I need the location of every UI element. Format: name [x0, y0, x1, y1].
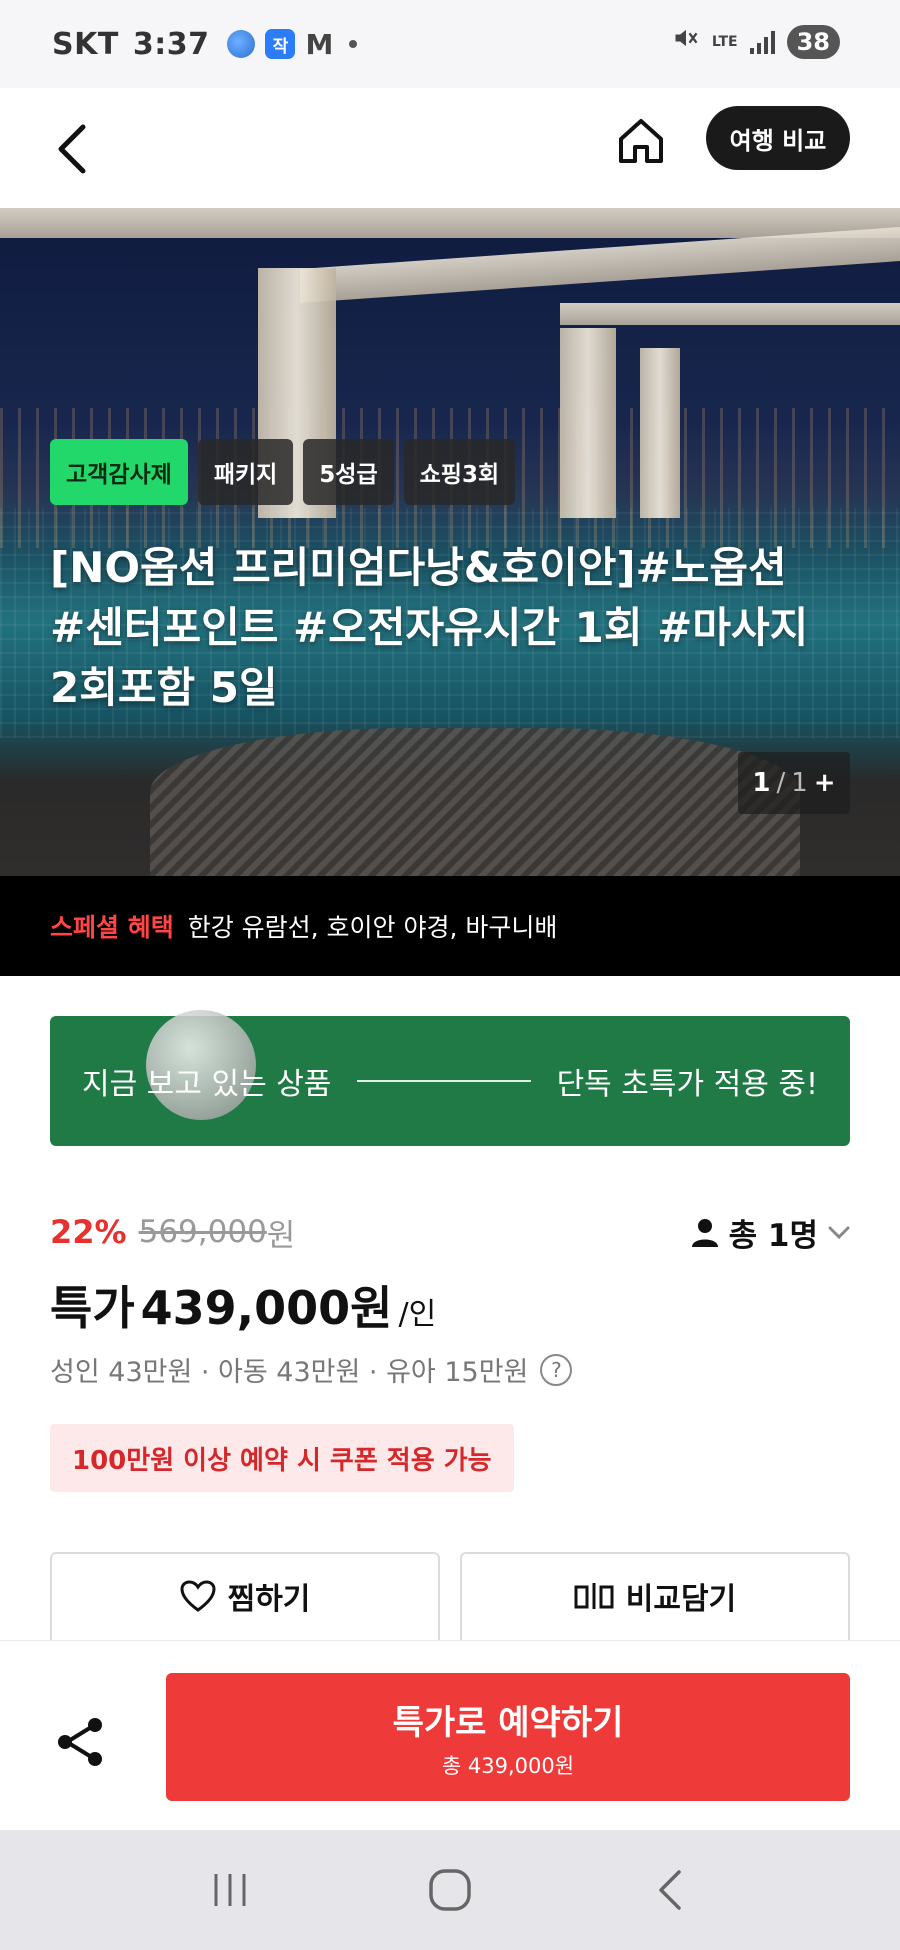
price-breakdown-text: 성인 43만원 · 아동 43만원 · 유아 15만원: [50, 1357, 529, 1388]
recent-apps-button[interactable]: [190, 1850, 270, 1930]
chevron-left-icon: [58, 124, 86, 174]
counter-total: 1: [791, 768, 808, 798]
mute-icon: [672, 24, 700, 59]
wishlist-label: 찜하기: [227, 1582, 311, 1617]
home-button[interactable]: [612, 108, 670, 172]
travel-compare-button[interactable]: 여행 비교: [706, 106, 850, 170]
share-icon: [58, 1718, 102, 1766]
bottom-action-bar: 특가로 예약하기 총 439,000원: [0, 1640, 900, 1830]
price-breakdown: 성인 43만원 · 아동 43만원 · 유아 15만원 ?: [50, 1350, 573, 1389]
status-time: 3:37: [132, 26, 210, 62]
back-arrow-icon: [659, 1870, 681, 1910]
special-price-prefix: 특가: [50, 1281, 135, 1335]
home-nav-button[interactable]: [410, 1850, 490, 1930]
tag-list: 고객감사제 패키지 5성급 쇼핑3회: [50, 439, 516, 505]
signal-icon: [749, 30, 775, 54]
globe-icon: [227, 30, 256, 58]
gmail-icon: M: [305, 27, 334, 61]
reserve-total: 총 439,000원: [441, 1753, 575, 1778]
wishlist-button[interactable]: 찜하기: [50, 1552, 440, 1646]
special-benefits-text: 한강 유람선, 호이안 야경, 바구니배: [187, 913, 558, 942]
back-button[interactable]: [42, 114, 102, 184]
pergola-pillar: [640, 348, 680, 518]
hero-image[interactable]: 고객감사제 패키지 5성급 쇼핑3회 [NO옵션 프리미엄다낭&호이안]#노옵션…: [0, 208, 900, 876]
image-counter[interactable]: 1 / 1 +: [738, 752, 850, 814]
pergola-beam: [0, 208, 900, 238]
status-carrier: SKT: [52, 26, 119, 62]
lte-icon: LTE: [711, 33, 738, 50]
counter-current: 1: [752, 768, 771, 798]
home-icon: [619, 119, 663, 163]
action-buttons: 찜하기 비교담기: [50, 1552, 850, 1646]
product-title: [NO옵션 프리미엄다낭&호이안]#노옵션 #센터포인트 #오전자유시간 1회 …: [50, 543, 809, 712]
chevron-down-icon: [828, 1226, 850, 1239]
special-price: 특가 439,000원 /인: [50, 1272, 436, 1338]
promo-banner[interactable]: 지금 보고 있는 상품 단독 초특가 적용 중!: [50, 1010, 850, 1146]
tag-package: 패키지: [197, 439, 294, 505]
status-bar: SKT 3:37 작 M LTE 38: [0, 0, 900, 88]
top-header: 여행 비교: [0, 88, 900, 208]
back-nav-button[interactable]: [630, 1850, 710, 1930]
original-price-unit: 원: [266, 1217, 296, 1254]
pergola-beam: [560, 303, 900, 325]
reserve-button[interactable]: 특가로 예약하기 총 439,000원: [166, 1673, 850, 1801]
recent-apps-icon: [214, 1874, 246, 1906]
promo-divider: [357, 1080, 531, 1082]
battery-icon: 38: [786, 24, 840, 59]
traveler-count: 총 1명: [728, 1218, 818, 1254]
system-nav-bar: [0, 1830, 900, 1950]
plus-icon: +: [813, 768, 836, 798]
reserve-label: 특가로 예약하기: [392, 1702, 624, 1743]
promo-right-text: 단독 초특가 적용 중!: [556, 1067, 818, 1102]
coupon-badge: 100만원 이상 예약 시 쿠폰 적용 가능: [50, 1424, 514, 1492]
help-icon[interactable]: ?: [540, 1353, 573, 1386]
discount-rate: 22%: [50, 1213, 127, 1251]
notification-dot: [349, 40, 358, 48]
share-button[interactable]: [50, 1711, 112, 1773]
app-icon: 작: [265, 29, 296, 59]
special-benefits-label: 스페셜 혜택: [50, 913, 174, 942]
traveler-selector[interactable]: 총 1명: [691, 1210, 850, 1255]
special-price-value: 439,000원: [140, 1281, 393, 1335]
person-icon: [691, 1218, 718, 1247]
heart-icon: [180, 1580, 216, 1612]
add-compare-label: 비교담기: [625, 1582, 737, 1617]
stone-sculpture: [150, 728, 800, 876]
special-benefits-bar: 스페셜 혜택 한강 유람선, 호이안 야경, 바구니배: [0, 876, 900, 976]
promo-left-text: 지금 보고 있는 상품: [82, 1067, 332, 1102]
tag-five-star: 5성급: [303, 439, 394, 505]
original-price: 569,000: [138, 1214, 267, 1250]
add-compare-button[interactable]: 비교담기: [460, 1552, 850, 1646]
tag-customer-appreciation: 고객감사제: [50, 439, 188, 505]
pergola-beam: [300, 227, 900, 303]
price-row: 22% 569,000 원 총 1명: [50, 1210, 850, 1254]
pergola-pillar: [560, 328, 616, 518]
compare-icon: [574, 1583, 614, 1609]
tag-shopping: 쇼핑3회: [403, 439, 516, 505]
per-person-unit: /인: [398, 1297, 437, 1332]
home-circle-icon: [429, 1869, 471, 1911]
